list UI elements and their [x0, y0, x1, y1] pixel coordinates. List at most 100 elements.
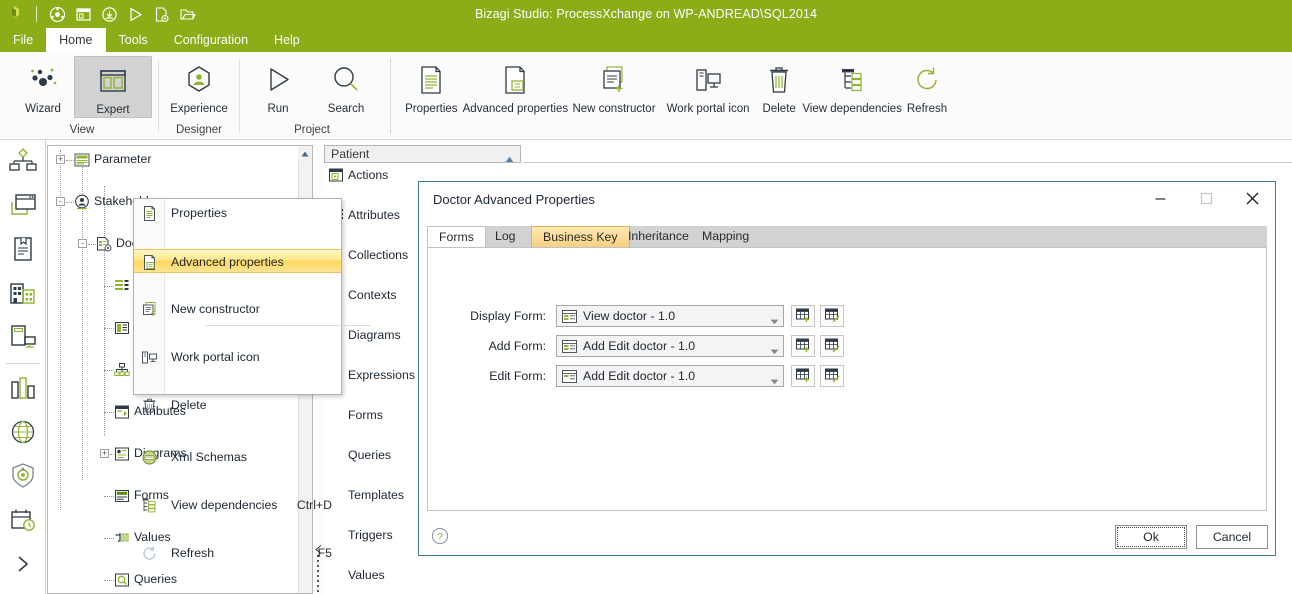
tree-node-queries[interactable]: Queries: [48, 569, 300, 590]
tree-expander[interactable]: -: [56, 197, 65, 206]
context-menu-item-advanced-properties[interactable]: Advanced properties: [134, 249, 341, 273]
context-menu-item-work-portal-icon[interactable]: Work portal icon: [134, 345, 341, 369]
context-menu-separator: [206, 325, 371, 326]
context-menu-label: Refresh: [171, 546, 215, 560]
ribbon-button-wizard[interactable]: Wizard: [12, 56, 74, 115]
rail-item-forms[interactable]: [0, 184, 46, 228]
tree-expander[interactable]: -: [78, 239, 87, 248]
ribbon-toolbar: Wizard Expert View Experience Designer R…: [0, 52, 1292, 140]
dialog-minimize-button[interactable]: [1137, 182, 1183, 215]
tree-guide-line: [66, 202, 74, 203]
ribbon-button-advanced-properties[interactable]: Advanced properties: [463, 56, 568, 115]
rail-item-reports[interactable]: [0, 367, 46, 411]
delete-icon: [141, 397, 158, 414]
context-menu-item-view-dependencies[interactable]: View dependencies Ctrl+D: [134, 493, 341, 517]
ribbon-button-search[interactable]: Search: [312, 56, 380, 115]
context-menu-item-xml-schemas[interactable]: Xml Schemas: [134, 445, 341, 469]
tree-expander[interactable]: +: [100, 449, 109, 458]
expert-icon: [96, 61, 130, 101]
ribbon-button-expert[interactable]: Expert: [74, 56, 152, 118]
dialog-window-buttons: [1137, 182, 1275, 218]
actions-icon: [114, 278, 130, 294]
ribbon-button-delete[interactable]: Delete: [754, 56, 804, 115]
display-form-combobox[interactable]: View doctor - 1.0: [556, 305, 784, 327]
scroll-up-button[interactable]: [298, 146, 312, 161]
tree-expander[interactable]: +: [56, 155, 65, 164]
chevron-down-icon[interactable]: [770, 344, 779, 358]
context-menu: Properties Advanced properties New const…: [133, 198, 371, 560]
tab-business-key[interactable]: Business Key: [531, 226, 630, 248]
wizard-icon: [26, 60, 60, 100]
tab-log[interactable]: Log: [484, 226, 527, 248]
rail-item-scheduler[interactable]: [0, 499, 46, 543]
collections-icon: [114, 320, 130, 336]
ribbon-divider: [158, 60, 159, 132]
chevron-down-icon[interactable]: [770, 374, 779, 388]
menu-item-home[interactable]: Home: [46, 28, 106, 52]
values-icon: [114, 530, 130, 546]
display-form-new-button[interactable]: [791, 305, 815, 327]
ribbon-button-refresh[interactable]: Refresh: [900, 56, 954, 115]
rail-item-devices[interactable]: [0, 316, 46, 360]
chevron-right-icon: [12, 553, 34, 578]
add-form-new-button[interactable]: [791, 335, 815, 357]
list-item-values[interactable]: Values: [324, 565, 521, 585]
members-panel-header[interactable]: Patient: [324, 145, 521, 163]
ribbon-button-work-portal-icon[interactable]: Work portal icon: [662, 56, 754, 115]
edit-form-new-button[interactable]: [791, 365, 815, 387]
bar-chart-icon: [8, 374, 38, 405]
rail-item-localization[interactable]: [0, 411, 46, 455]
dialog-close-button[interactable]: [1229, 182, 1275, 215]
cancel-button[interactable]: Cancel: [1196, 525, 1268, 549]
help-question-icon[interactable]: ?: [431, 527, 449, 545]
context-menu-item-delete[interactable]: Delete: [134, 393, 341, 417]
rail-item-organization[interactable]: [0, 272, 46, 316]
menu-item-configuration[interactable]: Configuration: [161, 28, 261, 52]
context-menu-item-properties[interactable]: Properties: [134, 201, 341, 225]
menu-item-tools[interactable]: Tools: [106, 28, 161, 52]
list-item-label: Contexts: [348, 288, 397, 302]
edit-form-label: Edit Form:: [489, 369, 546, 383]
chevron-down-icon[interactable]: [770, 314, 779, 328]
add-form-combobox[interactable]: Add Edit doctor - 1.0: [556, 335, 784, 357]
ribbon-button-experience[interactable]: Experience: [160, 56, 238, 115]
context-menu-shortcut: F5: [317, 546, 332, 560]
entity-icon: [96, 236, 112, 252]
context-menu-item-new-constructor[interactable]: New constructor: [134, 297, 341, 321]
advanced-properties-icon: [141, 254, 158, 271]
tab-mapping[interactable]: Mapping: [691, 226, 760, 248]
rail-item-security[interactable]: [0, 455, 46, 499]
calendar-clock-icon: [8, 506, 38, 537]
parameter-icon: [74, 152, 90, 168]
edit-form-combobox[interactable]: Add Edit doctor - 1.0: [556, 365, 784, 387]
view-dependencies-icon: [836, 60, 868, 100]
ribbon-button-view-dependencies[interactable]: View dependencies: [802, 56, 902, 115]
add-form-value: Add Edit doctor - 1.0: [583, 339, 696, 353]
ribbon-button-properties[interactable]: Properties: [398, 56, 465, 115]
display-form-edit-button[interactable]: [820, 305, 844, 327]
rail-item-processes[interactable]: [0, 140, 46, 184]
rail-item-expand[interactable]: [0, 543, 46, 587]
tab-inheritance[interactable]: Inheritance: [617, 226, 700, 248]
menu-item-help[interactable]: Help: [261, 28, 313, 52]
add-form-edit-button[interactable]: [820, 335, 844, 357]
context-menu-label: Xml Schemas: [171, 450, 247, 464]
ribbon-label: Search: [327, 103, 365, 115]
tab-forms[interactable]: Forms: [427, 226, 486, 249]
display-form-label: Display Form:: [470, 309, 546, 323]
actions-icon: [328, 167, 344, 183]
table-edit-icon: [824, 337, 840, 356]
edit-form-edit-button[interactable]: [820, 365, 844, 387]
dialog-title: Doctor Advanced Properties: [433, 192, 595, 207]
rail-item-documents[interactable]: [0, 228, 46, 272]
menu-item-file[interactable]: File: [0, 28, 46, 52]
shield-gear-icon: [8, 462, 38, 493]
queries-icon: [114, 572, 130, 588]
ok-button[interactable]: Ok: [1115, 525, 1187, 549]
tree-guide-line: [104, 286, 114, 287]
ribbon-button-run[interactable]: Run: [244, 56, 312, 115]
forms-window-icon: [8, 191, 38, 222]
tree-node-parameter[interactable]: + Parameter: [48, 149, 300, 170]
context-menu-item-refresh[interactable]: Refresh F5: [134, 541, 341, 565]
ribbon-button-new-constructor[interactable]: New constructor: [566, 56, 662, 115]
